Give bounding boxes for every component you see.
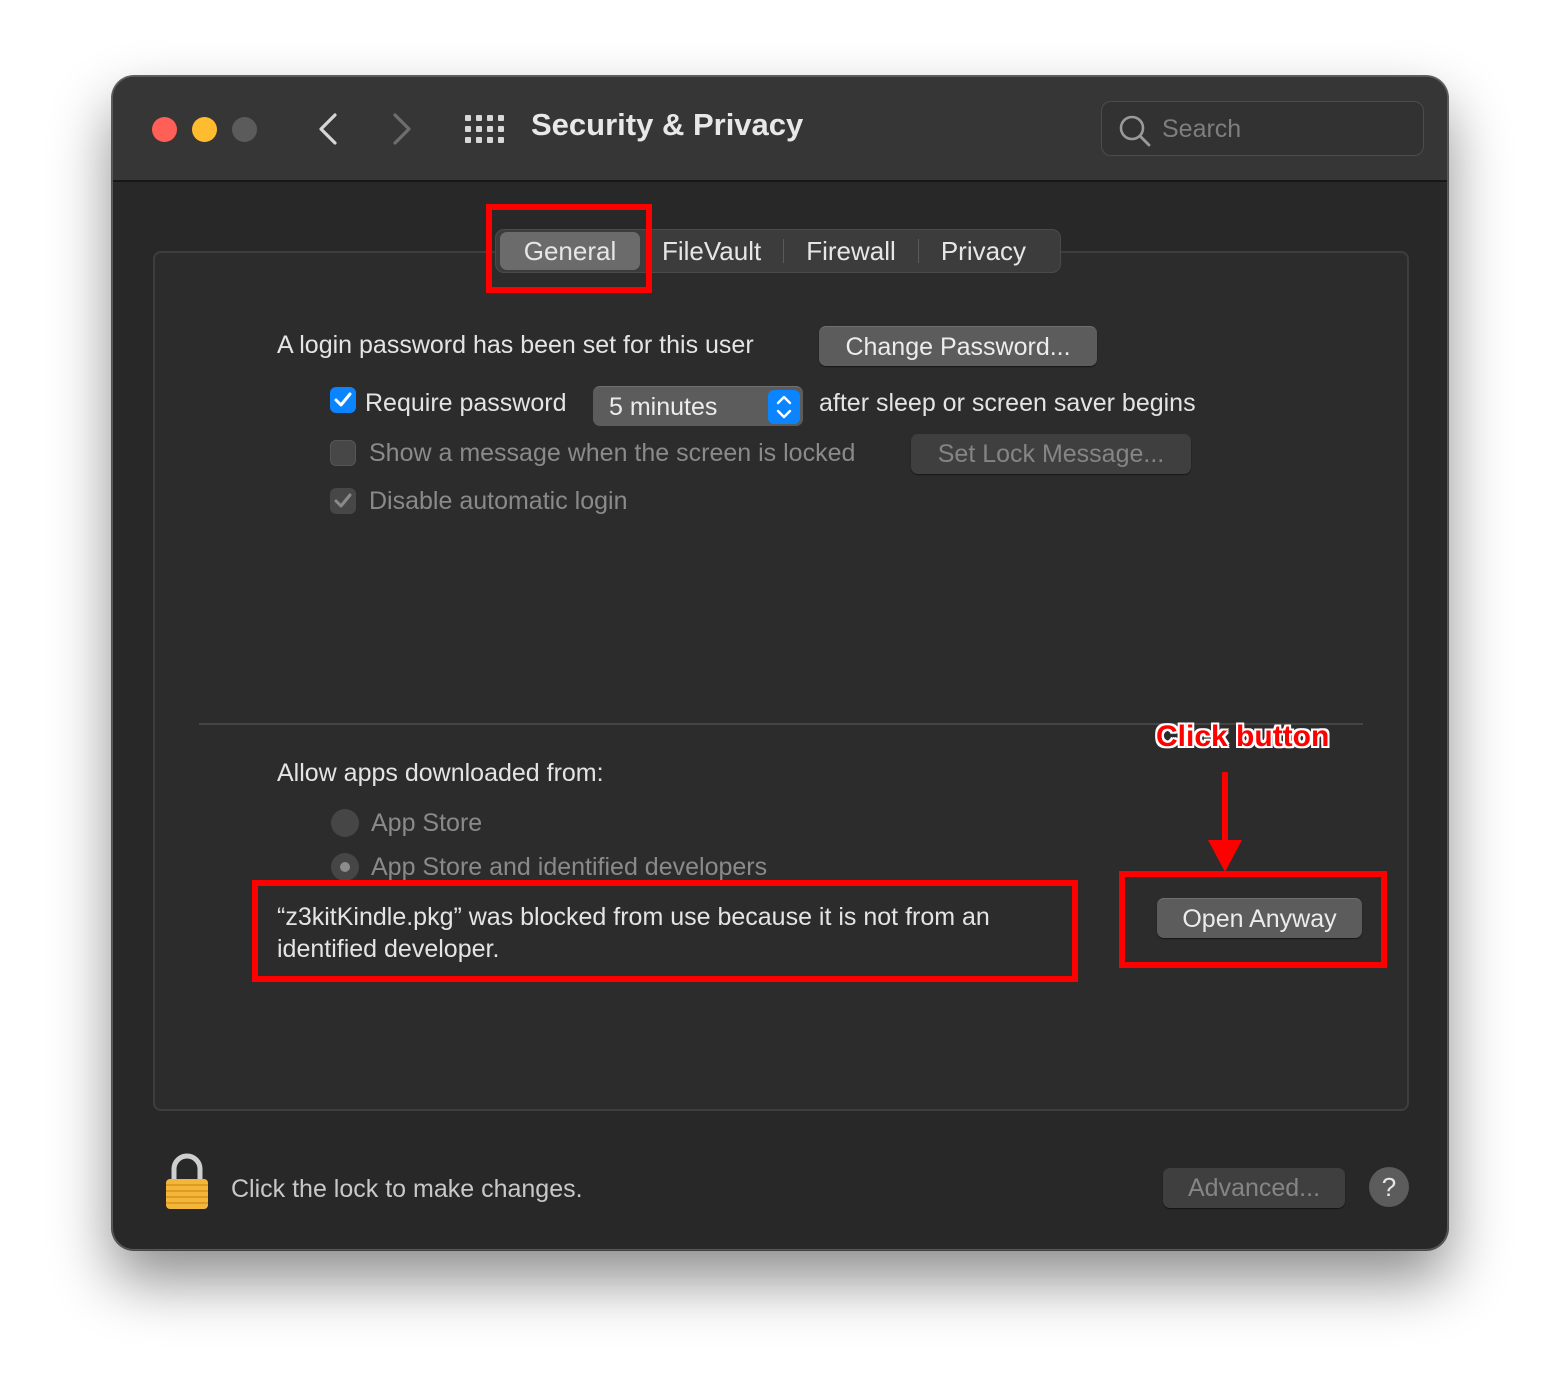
tab-firewall[interactable]: Firewall <box>784 232 918 270</box>
checkmark-icon <box>334 493 352 508</box>
forward-chevron-icon[interactable] <box>387 111 417 147</box>
disable-auto-login-checkbox[interactable] <box>330 488 356 514</box>
popup-stepper-icon <box>768 390 800 424</box>
title-bar: Security & Privacy <box>113 77 1447 182</box>
back-chevron-icon[interactable] <box>313 111 343 147</box>
change-password-button[interactable]: Change Password... <box>819 326 1097 366</box>
annotation-box-open-anyway <box>1119 871 1387 968</box>
annotation-click-button-label: Click button <box>1156 720 1330 753</box>
radio-app-store[interactable] <box>331 809 359 837</box>
after-sleep-text: after sleep or screen saver begins <box>819 389 1196 417</box>
content-panel <box>153 251 1409 1111</box>
delay-value: 5 minutes <box>609 393 718 421</box>
search-icon <box>1119 115 1151 147</box>
lock-text: Click the lock to make changes. <box>231 1175 583 1203</box>
login-password-text: A login password has been set for this u… <box>277 331 754 359</box>
set-lock-message-button[interactable]: Set Lock Message... <box>911 434 1191 474</box>
search-input[interactable] <box>1162 112 1412 146</box>
radio-identified-developers[interactable] <box>331 853 359 881</box>
security-privacy-window: Security & Privacy General FileVault Fir… <box>112 76 1448 1250</box>
help-button[interactable]: ? <box>1369 1167 1409 1207</box>
minimize-window-button[interactable] <box>192 117 217 142</box>
annotation-box-blocked-message <box>252 880 1078 982</box>
require-password-checkbox[interactable] <box>330 387 356 413</box>
allow-apps-heading: Allow apps downloaded from: <box>277 759 604 787</box>
tab-privacy[interactable]: Privacy <box>919 232 1048 270</box>
require-password-label: Require password <box>365 389 567 417</box>
lock-icon[interactable] <box>163 1153 211 1211</box>
show-message-checkbox[interactable] <box>330 440 356 466</box>
annotation-box-general-tab <box>486 204 652 293</box>
disable-auto-login-label: Disable automatic login <box>369 487 628 515</box>
radio-app-store-label: App Store <box>371 809 483 837</box>
search-field[interactable] <box>1101 101 1424 156</box>
advanced-button[interactable]: Advanced... <box>1163 1168 1345 1208</box>
radio-identified-developers-label: App Store and identified developers <box>371 853 768 881</box>
require-password-delay-popup[interactable]: 5 minutes <box>593 386 803 426</box>
show-message-label: Show a message when the screen is locked <box>369 439 856 467</box>
close-window-button[interactable] <box>152 117 177 142</box>
tab-filevault[interactable]: FileVault <box>640 232 783 270</box>
window-title: Security & Privacy <box>531 107 804 142</box>
zoom-window-button[interactable] <box>232 117 257 142</box>
radio-selected-dot <box>340 862 350 872</box>
annotation-arrow-icon <box>1208 772 1242 872</box>
checkmark-icon <box>334 392 352 407</box>
show-all-grid-icon[interactable] <box>463 113 504 145</box>
